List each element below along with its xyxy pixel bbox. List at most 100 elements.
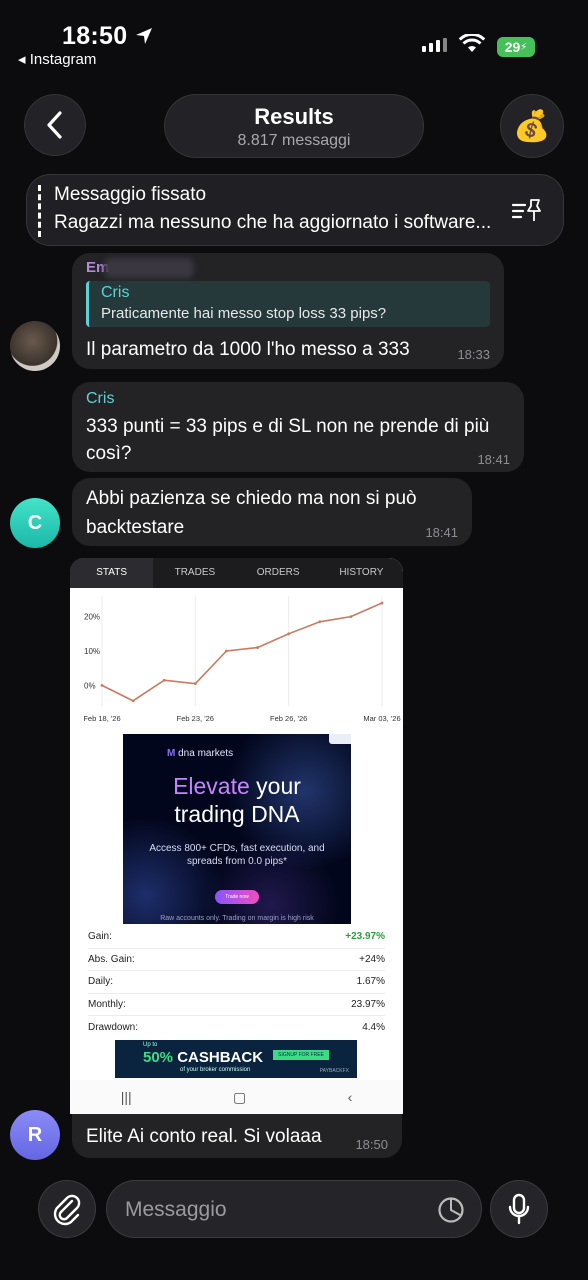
avatar[interactable]	[10, 321, 60, 371]
ad-headline-1: Elevate	[173, 773, 250, 799]
cashback-banner: Up to 50% CASHBACK of your broker commis…	[115, 1040, 357, 1078]
message-bubble[interactable]: Abbi pazienza se chiedo ma non si può ba…	[72, 478, 472, 546]
stat-row: Drawdown: 4.4%	[88, 1016, 385, 1039]
recents-icon: |||	[120, 1089, 132, 1105]
stat-value: 1.67%	[356, 976, 385, 988]
wifi-icon	[459, 34, 485, 52]
message-time: 18:33	[457, 347, 490, 362]
data-point	[193, 682, 197, 686]
chat-subtitle: 8.817 messaggi	[237, 132, 351, 149]
banner-sub: of your broker commission	[180, 1067, 251, 1073]
banner-brand: PAYBACKFX	[319, 1068, 349, 1074]
message-bubble[interactable]: Cris 333 punti = 33 pips e di SL non ne …	[72, 382, 524, 472]
stat-label: Monthly:	[88, 998, 126, 1010]
message-bubble[interactable]: Em Cris Praticamente hai messo stop loss…	[72, 253, 504, 369]
ad-headline-2: your	[256, 773, 301, 799]
x-tick-label: Mar 03, '26	[363, 714, 400, 723]
pinned-text: Ragazzi ma nessuno che ha aggiornato i s…	[54, 212, 492, 233]
back-icon: ‹	[347, 1089, 353, 1105]
x-tick-label: Feb 18, '26	[83, 714, 120, 723]
x-tick-label: Feb 23, '26	[177, 714, 214, 723]
y-tick-label: 20%	[84, 613, 100, 622]
message-text: 333 punti = 33 pips e di SL non ne prend…	[86, 416, 490, 464]
pinned-message[interactable]: Messaggio fissato Ragazzi ma nessuno che…	[26, 174, 564, 246]
stat-label: Abs. Gain:	[88, 953, 135, 965]
back-to-instagram[interactable]: ◂ Instagram	[18, 50, 96, 68]
message-caption[interactable]: Elite Ai conto real. Si volaaa 18:50	[72, 1114, 402, 1158]
stat-value: 23.97%	[351, 998, 385, 1010]
ad-banner: M dna markets Elevate your trading DNA A…	[123, 734, 351, 924]
ad-choices-icon	[329, 734, 351, 744]
pinned-title: Messaggio fissato	[54, 184, 207, 205]
back-button[interactable]	[24, 94, 86, 156]
data-point	[225, 649, 228, 653]
chat-avatar[interactable]: 💰	[500, 94, 564, 158]
stat-row: Daily: 1.67%	[88, 971, 385, 994]
stat-value: +24%	[359, 953, 385, 965]
battery-indicator: 29 ⚡	[497, 37, 535, 57]
chat-title: Results	[254, 104, 334, 129]
tab-stats: STATS	[70, 558, 154, 588]
pinned-indicator	[38, 185, 41, 237]
pin-list-icon[interactable]	[511, 197, 543, 225]
stat-row: Gain: +23.97%	[88, 926, 385, 949]
message-time: 18:41	[477, 452, 510, 467]
data-point	[100, 683, 104, 687]
message-time: 18:50	[355, 1137, 388, 1152]
y-tick-label: 0%	[84, 681, 96, 690]
image-attachment[interactable]: STATS TRADES ORDERS HISTORY 20% 10% 0% Feb …	[70, 558, 403, 1114]
reply-sender: Cris	[101, 284, 130, 301]
tab-trades: TRADES	[174, 567, 216, 578]
android-navbar: ||| ▢ ‹	[70, 1080, 403, 1114]
message-text: Il parametro da 1000 l'ho messo a 333	[86, 339, 410, 360]
growth-chart: 20% 10% 0% Feb 18, '26 Feb 23, '26 Feb 26, '2…	[83, 596, 401, 723]
stat-row: Abs. Gain: +24%	[88, 949, 385, 971]
ad-disclaimer: Raw accounts only. Trading on margin is …	[160, 915, 314, 922]
stat-label: Daily:	[88, 976, 114, 988]
data-point	[287, 632, 291, 636]
stat-value: +23.97%	[345, 931, 385, 943]
status-bar: 18:50 ◂ Instagram 29 ⚡	[0, 0, 588, 70]
cellular-signal-icon	[422, 38, 447, 52]
stat-value: 4.4%	[362, 1021, 385, 1033]
banner-up-to: Up to	[143, 1042, 158, 1048]
stat-row: Monthly: 23.97%	[88, 994, 385, 1016]
data-point	[131, 699, 135, 703]
attach-button[interactable]	[38, 1180, 96, 1238]
banner-button: SIGNUP FOR FREE	[273, 1050, 329, 1060]
voice-button[interactable]	[490, 1180, 548, 1238]
tab-orders: ORDERS	[256, 567, 300, 578]
tab-history: HISTORY	[339, 567, 384, 578]
reply-quote[interactable]: Cris Praticamente hai messo stop loss 33…	[86, 281, 490, 327]
chevron-left-icon	[47, 111, 62, 139]
banner-headline: 50% CASHBACK	[143, 1049, 263, 1066]
avatar[interactable]: C	[10, 498, 60, 548]
battery-level: 29	[504, 39, 521, 55]
ad-brand-text: dna markets	[178, 748, 234, 759]
stats-table: Gain: +23.97% Abs. Gain: +24% Daily: 1.67% …	[88, 926, 385, 1039]
avatar[interactable]: R	[10, 1110, 60, 1160]
status-time: 18:50	[62, 22, 128, 50]
ad-headline: Elevate your trading DNA	[123, 772, 351, 828]
x-tick-label: Feb 26, '26	[270, 714, 307, 723]
ad-button: Trade now	[215, 890, 259, 904]
sender-redaction	[104, 258, 194, 278]
timer-icon[interactable]	[437, 1196, 465, 1224]
message-text: Abbi pazienza se chiedo ma non si può ba…	[86, 488, 417, 538]
message-time: 18:41	[425, 525, 458, 540]
stats-tabs: STATS TRADES ORDERS HISTORY	[70, 558, 403, 588]
banner-cashback: CASHBACK	[177, 1049, 264, 1066]
data-point	[318, 620, 322, 624]
data-point	[162, 678, 166, 682]
ad-subline: Access 800+ CFDs, fast execution, and sp…	[149, 843, 325, 867]
chat-title-pill[interactable]: Results 8.817 messaggi	[164, 94, 424, 158]
paperclip-icon	[53, 1194, 81, 1226]
money-bag-icon: 💰	[513, 109, 551, 143]
message-sender: Cris	[86, 390, 115, 407]
ad-brand: M dna markets	[167, 748, 234, 759]
y-tick-label: 10%	[84, 647, 100, 656]
microphone-icon	[508, 1193, 530, 1225]
message-input[interactable]: Messaggio	[106, 1180, 482, 1238]
message-text: Elite Ai conto real. Si volaaa	[86, 1126, 322, 1147]
message-placeholder: Messaggio	[125, 1198, 227, 1221]
